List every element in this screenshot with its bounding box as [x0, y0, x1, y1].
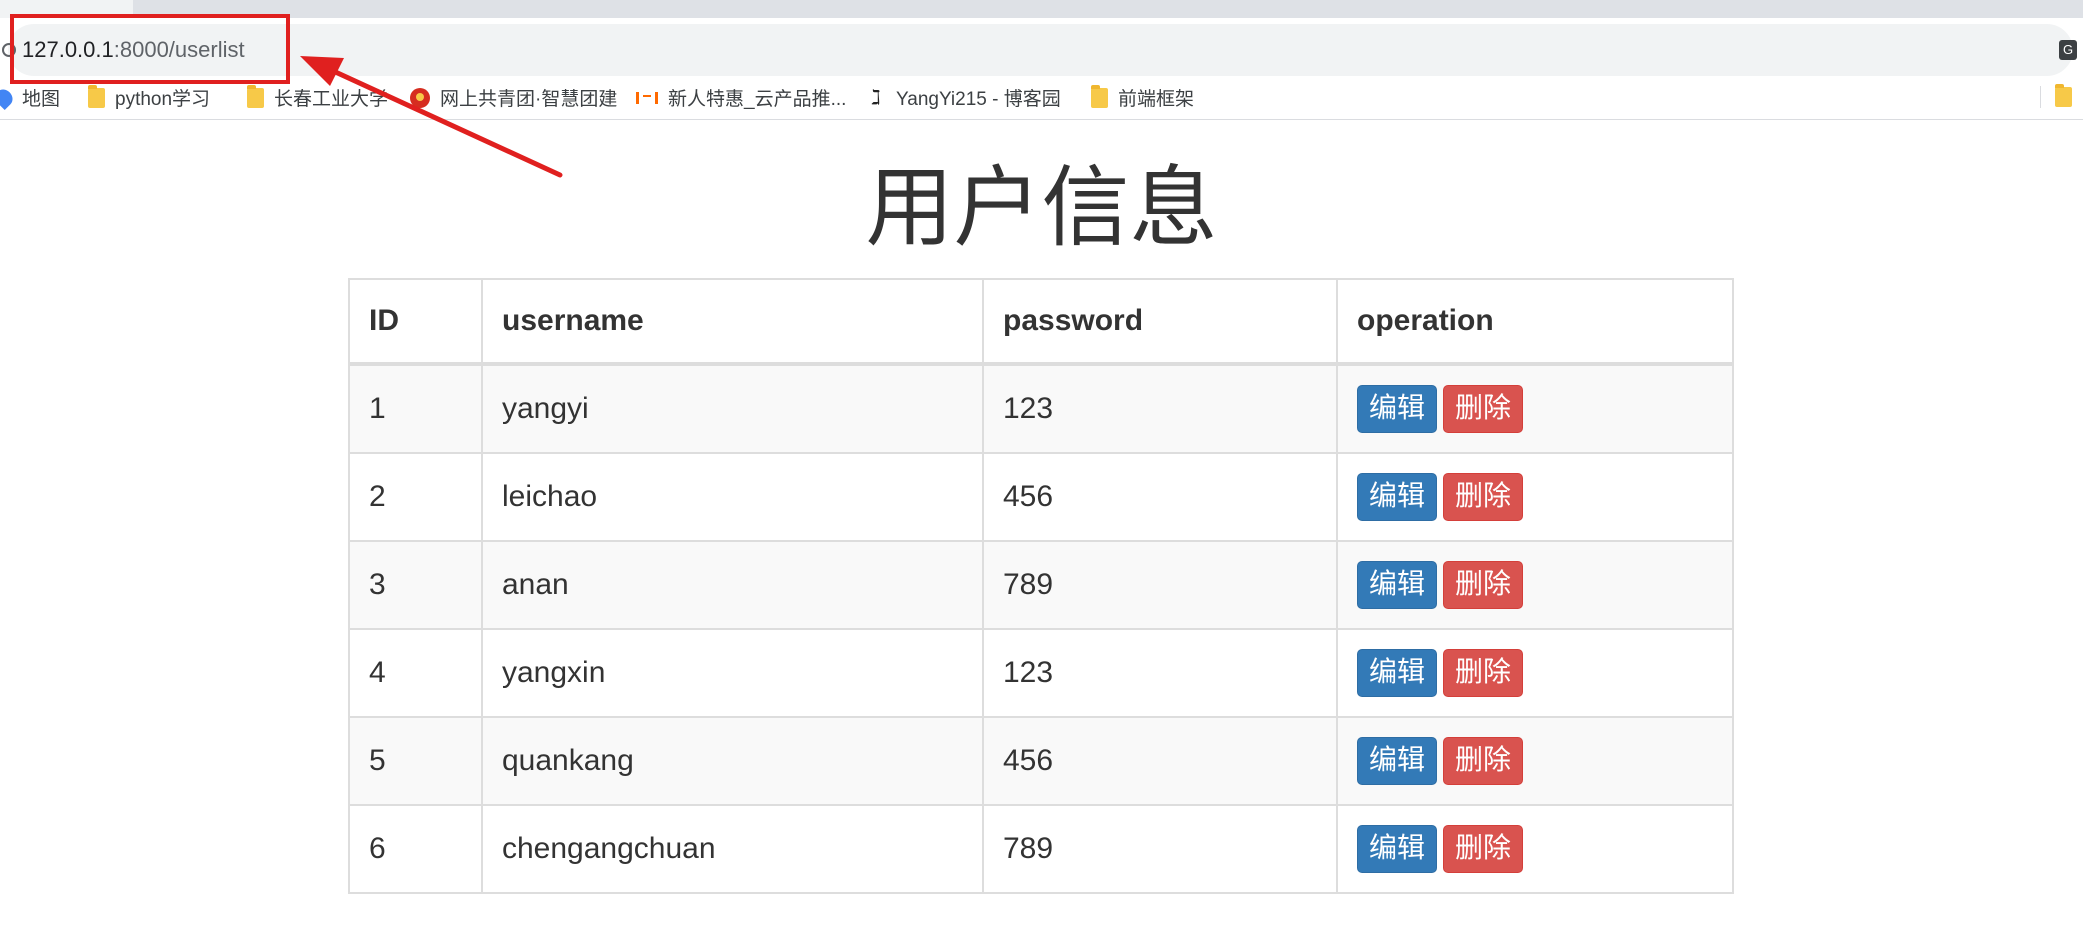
delete-button[interactable]: 删除: [1443, 737, 1524, 785]
table-header-row: ID username password operation: [348, 278, 1734, 366]
cell-username: yangxin: [481, 628, 984, 718]
edit-button[interactable]: 编辑: [1357, 825, 1438, 873]
column-header-operation: operation: [1336, 278, 1734, 366]
delete-button[interactable]: 删除: [1443, 385, 1524, 433]
cell-operation: 编辑 删除: [1336, 804, 1734, 894]
cell-id: 3: [348, 540, 483, 630]
table-row: 1 yangyi 123 编辑 删除: [348, 363, 1734, 454]
cell-password: 123: [982, 628, 1338, 718]
cell-username: leichao: [481, 452, 984, 542]
page-title: 用户信息: [865, 156, 1218, 259]
cell-id: 4: [348, 628, 483, 718]
cell-username: chengangchuan: [481, 804, 984, 894]
cell-password: 456: [982, 452, 1338, 542]
table-row: 3 anan 789 编辑 删除: [348, 540, 1734, 630]
table-row: 5 quankang 456 编辑 删除: [348, 716, 1734, 806]
cell-username: yangyi: [481, 363, 984, 454]
cell-id: 1: [348, 363, 483, 454]
cell-username: anan: [481, 540, 984, 630]
cell-password: 789: [982, 804, 1338, 894]
delete-button[interactable]: 删除: [1443, 561, 1524, 609]
cell-id: 2: [348, 452, 483, 542]
cell-operation: 编辑 删除: [1336, 363, 1734, 454]
edit-button[interactable]: 编辑: [1357, 737, 1438, 785]
table-row: 4 yangxin 123 编辑 删除: [348, 628, 1734, 718]
column-header-password: password: [982, 278, 1338, 366]
cell-password: 123: [982, 363, 1338, 454]
cell-username: quankang: [481, 716, 984, 806]
column-header-id: ID: [348, 278, 483, 366]
table-row: 6 chengangchuan 789 编辑 删除: [348, 804, 1734, 894]
edit-button[interactable]: 编辑: [1357, 385, 1438, 433]
table-row: 2 leichao 456 编辑 删除: [348, 452, 1734, 542]
cell-operation: 编辑 删除: [1336, 716, 1734, 806]
edit-button[interactable]: 编辑: [1357, 561, 1438, 609]
delete-button[interactable]: 删除: [1443, 473, 1524, 521]
cell-operation: 编辑 删除: [1336, 452, 1734, 542]
delete-button[interactable]: 删除: [1443, 649, 1524, 697]
user-table: ID username password operation 1 yangyi …: [348, 278, 1734, 894]
cell-password: 789: [982, 540, 1338, 630]
edit-button[interactable]: 编辑: [1357, 649, 1438, 697]
cell-password: 456: [982, 716, 1338, 806]
cell-operation: 编辑 删除: [1336, 628, 1734, 718]
cell-operation: 编辑 删除: [1336, 540, 1734, 630]
column-header-username: username: [481, 278, 984, 366]
cell-id: 5: [348, 716, 483, 806]
delete-button[interactable]: 删除: [1443, 825, 1524, 873]
edit-button[interactable]: 编辑: [1357, 473, 1438, 521]
cell-id: 6: [348, 804, 483, 894]
